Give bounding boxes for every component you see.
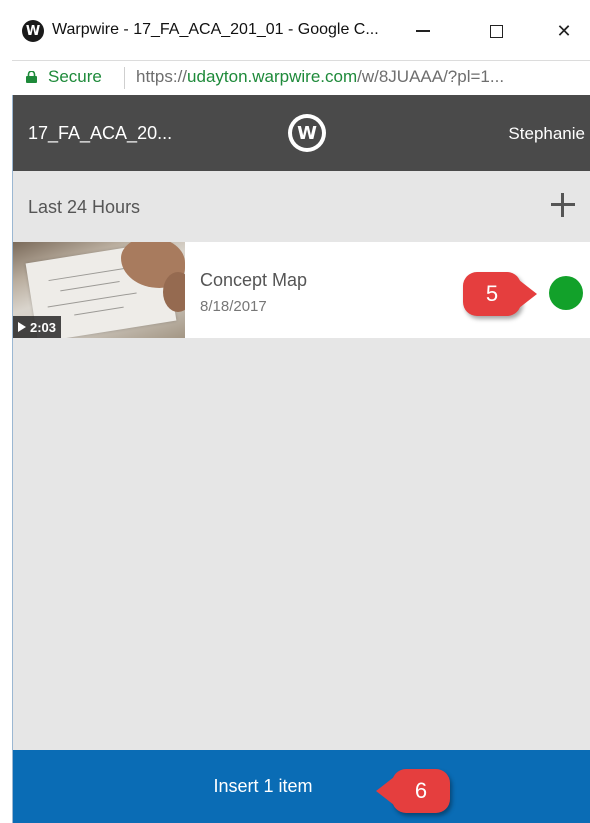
url-path: /w/8JUAAA/?pl=1... <box>357 67 505 86</box>
browser-window: W Warpwire - 17_FA_ACA_201_01 - Google C… <box>0 0 590 823</box>
footer-bar: Insert 1 item <box>13 750 590 823</box>
course-selector[interactable]: 17_FA_ACA_20... <box>28 123 172 144</box>
play-icon <box>18 322 26 332</box>
thumbnail-hand-2 <box>163 272 185 312</box>
item-date: 8/18/2017 <box>200 298 267 315</box>
url-text[interactable]: https://udayton.warpwire.com/w/8JUAAA/?p… <box>136 67 504 87</box>
item-title: Concept Map <box>200 270 308 290</box>
window-title: Warpwire - 17_FA_ACA_201_01 - Google C..… <box>52 21 379 38</box>
video-thumbnail[interactable]: 2:03 <box>13 242 185 338</box>
selected-check-indicator[interactable] <box>549 276 583 310</box>
duration-badge: 2:03 <box>13 316 62 338</box>
warpwire-app: 17_FA_ACA_20... W Stephanie Last 24 Hour… <box>12 95 590 823</box>
minimize-button[interactable] <box>400 14 446 48</box>
minimize-icon <box>416 30 430 32</box>
warpwire-logo-letter: W <box>292 118 322 148</box>
section-title: Last 24 Hours <box>28 197 141 217</box>
callout-step-5: 5 <box>463 272 537 316</box>
warpwire-app-icon: W <box>22 20 44 42</box>
app-header: 17_FA_ACA_20... W Stephanie <box>13 95 590 171</box>
url-host: udayton.warpwire.com <box>187 67 358 86</box>
close-icon: ✕ <box>556 20 572 42</box>
close-button[interactable]: ✕ <box>541 14 587 48</box>
lock-icon <box>26 71 37 83</box>
maximize-icon <box>489 24 503 38</box>
address-bar[interactable]: Secure https://udayton.warpwire.com/w/8J… <box>12 60 590 95</box>
duration-text: 2:03 <box>30 319 57 335</box>
add-button[interactable] <box>549 191 577 219</box>
url-scheme: https:// <box>136 67 188 86</box>
user-menu[interactable]: Stephanie <box>508 124 585 144</box>
warpwire-logo[interactable]: W <box>288 114 326 152</box>
title-bar: W Warpwire - 17_FA_ACA_201_01 - Google C… <box>0 0 590 60</box>
address-divider <box>124 67 125 89</box>
secure-label: Secure <box>48 67 102 86</box>
insert-button[interactable]: Insert 1 item <box>13 750 590 823</box>
maximize-button[interactable] <box>473 14 519 48</box>
plus-icon-vertical <box>561 193 564 217</box>
callout-step-6: 6 <box>376 769 450 813</box>
section-header: Last 24 Hours <box>13 171 590 241</box>
